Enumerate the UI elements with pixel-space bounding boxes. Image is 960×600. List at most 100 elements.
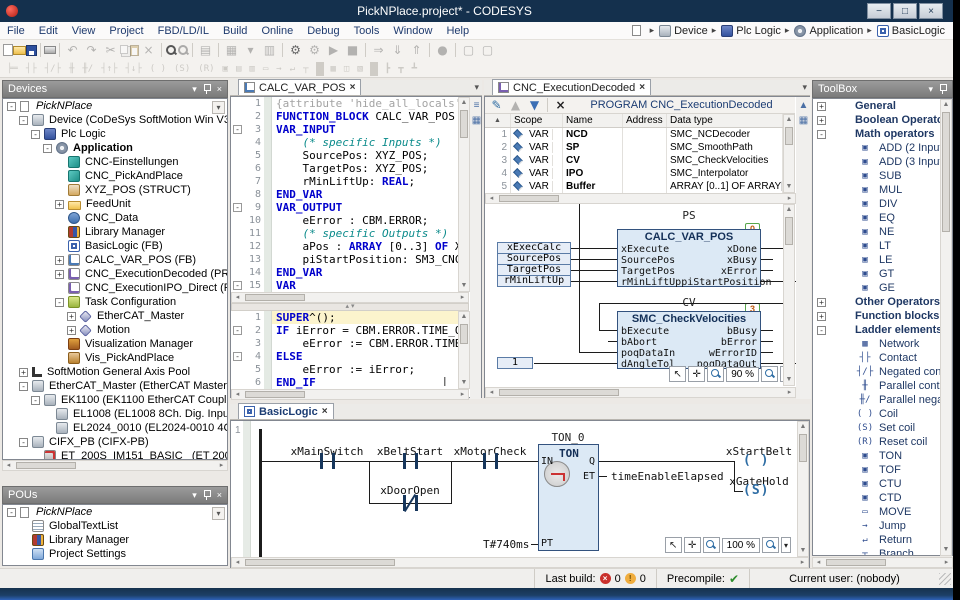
breakpoint-margin[interactable] bbox=[264, 363, 272, 376]
tree-item[interactable]: ET_200S_IM151_BASIC_ (ET 200S (IM: bbox=[3, 449, 227, 460]
calc-declaration-editor[interactable]: 1 {attribute 'hide_all_locals'} 2 FUNCTI… bbox=[231, 97, 458, 292]
toolbox-item[interactable]: ( ) Coil bbox=[813, 407, 952, 421]
tree-item[interactable]: EL2024_0010 (EL2024-0010 4Ch. D bbox=[3, 421, 227, 435]
devices-panel-header[interactable]: Devices ▾ × bbox=[2, 80, 228, 98]
tree-item[interactable]: - Task Configuration bbox=[3, 295, 227, 309]
breadcrumb-item[interactable]: ▸ Application bbox=[781, 25, 863, 37]
ld-box2-icon[interactable]: ▤ bbox=[232, 60, 245, 78]
contact-bar[interactable] bbox=[403, 453, 406, 469]
menu-item[interactable]: View bbox=[65, 24, 103, 38]
title-bar[interactable]: PickNPlace.project* - CODESYS − □ × bbox=[0, 0, 953, 22]
breakpoint-margin[interactable] bbox=[264, 149, 272, 162]
breakpoint-margin[interactable] bbox=[264, 162, 272, 175]
expand-toggle[interactable]: + bbox=[817, 298, 826, 307]
expand-toggle[interactable]: - bbox=[19, 438, 28, 447]
breakpoint-margin[interactable] bbox=[264, 136, 272, 149]
menu-item[interactable]: Window bbox=[386, 24, 439, 38]
toolbox-item[interactable]: ▣ TON bbox=[813, 449, 952, 463]
breakpoint-icon[interactable]: ● bbox=[433, 41, 452, 59]
calc-body-editor[interactable]: 1 SUPER^(); - 2 IF iError = CBM.ERROR.TI… bbox=[231, 311, 458, 389]
panel-close-icon[interactable]: × bbox=[217, 490, 222, 500]
breakpoint-margin[interactable] bbox=[264, 376, 272, 389]
tree-item[interactable]: - EK1100 (EK1100 EtherCAT Coupler (0.5 bbox=[3, 393, 227, 407]
expand-toggle[interactable]: + bbox=[817, 312, 826, 321]
pin-icon[interactable] bbox=[203, 490, 211, 500]
panel-dropdown-icon[interactable]: ▾ bbox=[192, 84, 197, 95]
sort-column-icon[interactable]: ▲ bbox=[485, 114, 511, 127]
expand-toggle[interactable]: + bbox=[55, 270, 64, 279]
panel-close-icon[interactable]: × bbox=[217, 84, 222, 94]
tree-item[interactable]: Project Settings bbox=[3, 547, 227, 561]
code-line[interactable]: - 2 IF iError = CBM.ERROR.TIME_OUT THEN bbox=[231, 324, 458, 337]
toolbox-item[interactable]: + Boolean Operators bbox=[813, 113, 952, 127]
breakpoint-margin[interactable] bbox=[264, 350, 272, 363]
textual-view-icon[interactable]: ≡ bbox=[470, 99, 483, 112]
contact-bar[interactable] bbox=[483, 453, 486, 469]
menu-item[interactable]: Project bbox=[102, 24, 150, 38]
expand-toggle[interactable]: - bbox=[43, 144, 52, 153]
pan-tool-button[interactable]: ✛ bbox=[688, 366, 705, 382]
tree-item[interactable]: Library Manager bbox=[3, 225, 227, 239]
paste-icon[interactable] bbox=[130, 45, 139, 56]
ladder-vscrollbar[interactable]: ▲ ▼ bbox=[797, 421, 809, 557]
tree-item[interactable]: + SoftMotion General Axis Pool bbox=[3, 365, 227, 379]
tab-close-icon[interactable]: × bbox=[322, 406, 328, 417]
toolbox-item[interactable]: - Math operators bbox=[813, 127, 952, 141]
breakpoint-margin[interactable] bbox=[264, 214, 272, 227]
IPO[interactable]: 4 VAR IPO SMC_Interpolator bbox=[485, 167, 783, 180]
tree-item[interactable]: + CNC_ExecutionDecoded (PRG) bbox=[3, 267, 227, 281]
breakpoint-margin[interactable] bbox=[264, 123, 272, 136]
toolbox-item[interactable]: - Ladder elements bbox=[813, 323, 952, 337]
step-out-icon[interactable]: ⇑ bbox=[407, 41, 426, 59]
toolbox-item[interactable]: ╫ Parallel contact bbox=[813, 379, 952, 393]
breadcrumb-item[interactable]: ▸ Device bbox=[646, 25, 708, 37]
code-line[interactable]: 2 FUNCTION_BLOCK CALC_VAR_POS EXTEN bbox=[231, 110, 458, 123]
pan-tool-button[interactable]: ✛ bbox=[684, 537, 701, 553]
undo-icon[interactable]: ↶ bbox=[63, 41, 82, 59]
fold-toggle[interactable]: - bbox=[233, 352, 242, 361]
breakpoint-margin[interactable] bbox=[264, 240, 272, 253]
contact-label[interactable]: xBeltStart bbox=[377, 445, 443, 458]
contact-bar[interactable] bbox=[495, 453, 498, 469]
code-line[interactable]: 6 END_IF bbox=[231, 376, 458, 389]
toolbox-item[interactable]: ╫/ Parallel negated cont bbox=[813, 393, 952, 407]
coil-symbol[interactable]: ( ) bbox=[743, 453, 769, 469]
breakpoint-margin[interactable] bbox=[264, 337, 272, 350]
save-icon[interactable] bbox=[26, 45, 37, 56]
toolbox-item[interactable]: + Function blocks bbox=[813, 309, 952, 323]
toolbox-item[interactable]: ▣ GE bbox=[813, 281, 952, 295]
stop-icon[interactable]: ■ bbox=[343, 41, 362, 59]
breakpoint-margin[interactable] bbox=[264, 97, 272, 110]
toolbox-item[interactable]: ▣ LE bbox=[813, 253, 952, 267]
tree-item[interactable]: CNC_PickAndPlace bbox=[3, 169, 227, 183]
cart-icon[interactable]: ▢ bbox=[478, 41, 497, 59]
code-line[interactable]: 7 rMinLiftUp: REAL; bbox=[231, 175, 458, 188]
fbd-canvas[interactable]: PS 0 CALC_VAR_POS xExecutexDone SourcePo… bbox=[485, 204, 796, 386]
fbd-block-smc-checkvelocities[interactable]: SMC_CheckVelocities bExecutebBusy bAbort… bbox=[617, 311, 761, 369]
code-line[interactable]: - 3 VAR_INPUT bbox=[231, 123, 458, 136]
ld-misc2-icon[interactable]: ┳ bbox=[394, 60, 407, 78]
ld-contact-icon[interactable]: ┤├ bbox=[22, 60, 41, 78]
toolbox-item[interactable]: ┬ Branch bbox=[813, 547, 952, 556]
delete-variable-icon[interactable]: × bbox=[551, 96, 570, 114]
NCD[interactable]: 1 VAR NCD SMC_NCDecoder bbox=[485, 128, 783, 141]
expand-toggle[interactable]: - bbox=[19, 116, 28, 125]
breakpoint-margin[interactable] bbox=[264, 311, 272, 324]
expand-toggle[interactable]: - bbox=[55, 298, 64, 307]
ton-block[interactable]: TON IN Q ET PT bbox=[538, 444, 599, 551]
code-line[interactable]: 3 eError := CBM.ERROR.TIME_OUT; bbox=[231, 337, 458, 350]
contact-bar[interactable] bbox=[332, 453, 335, 469]
toolbox-item[interactable]: ▦ Network bbox=[813, 337, 952, 351]
code-line[interactable]: - 15 VAR bbox=[231, 279, 458, 292]
tree-dropdown-button[interactable]: ▾ bbox=[212, 507, 225, 520]
contact-bar[interactable] bbox=[415, 453, 418, 469]
insert-variable-icon[interactable]: ✎ bbox=[487, 96, 506, 114]
move-down-icon[interactable]: ▼ bbox=[525, 96, 544, 114]
expand-toggle[interactable]: - bbox=[31, 396, 40, 405]
ld-jump-icon[interactable]: → bbox=[272, 60, 285, 78]
table-vscrollbar[interactable]: ▲ ▼ bbox=[783, 114, 795, 193]
expand-toggle[interactable]: + bbox=[67, 312, 76, 321]
fold-toggle[interactable]: - bbox=[233, 281, 242, 290]
pin-icon[interactable] bbox=[203, 84, 211, 94]
maximize-button[interactable]: □ bbox=[893, 3, 917, 19]
